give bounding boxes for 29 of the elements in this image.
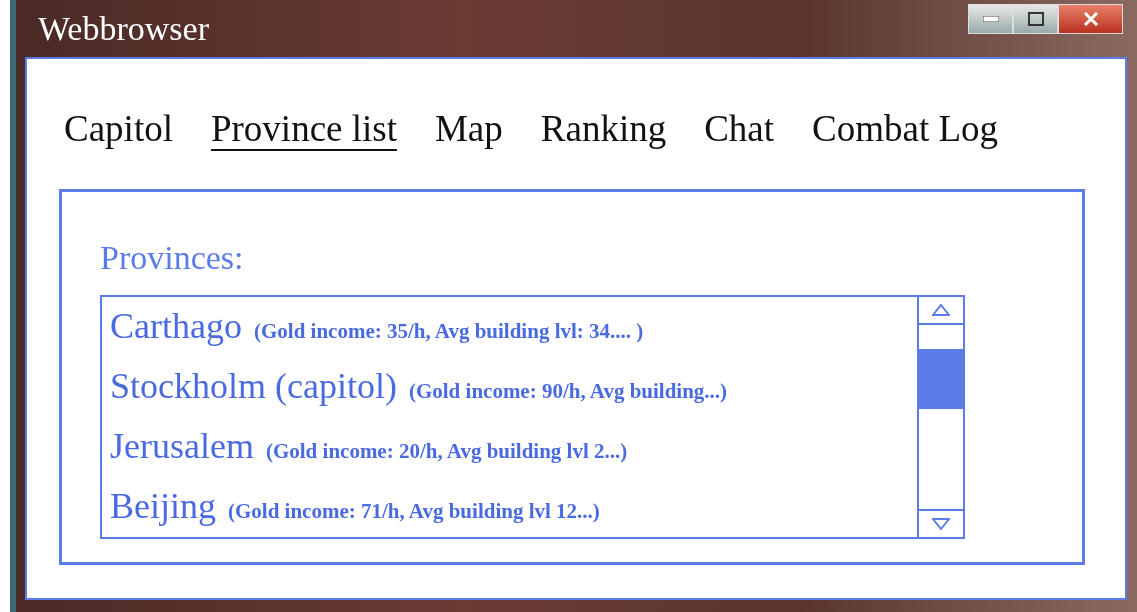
province-name: Carthago (110, 305, 242, 349)
nav-tab[interactable]: Capitol (45, 107, 192, 152)
province-details: (Gold income: 35/h, Avg building lvl: 34.... ) (253, 318, 644, 346)
nav-tab[interactable]: Province list (191, 107, 416, 152)
province-details: (Gold income: 20/h, Avg building lvl 2...) (265, 438, 628, 466)
province-name: Jerusalem (110, 425, 254, 469)
close-icon (1082, 12, 1099, 26)
province-details: (Gold income: 71/h, Avg building lvl 12...) (228, 498, 600, 526)
nav-tab[interactable]: Combat Log (793, 107, 1018, 152)
province-item[interactable]: Beijing (Gold income: 71/h, Avg building lvl 12...) (110, 479, 909, 540)
nav-tab[interactable]: Map (415, 107, 522, 152)
maximize-icon (1027, 12, 1044, 26)
nav-tab[interactable]: Chat (685, 107, 794, 152)
scroll-thumb[interactable] (919, 349, 963, 410)
province-item[interactable]: Stockholm (capitol) (Gold income: 90/h, Avg building...) (110, 359, 909, 420)
province-details: (Gold income: 90/h, Avg building...) (408, 378, 728, 406)
province-name: Beijing (110, 485, 216, 529)
province-item[interactable]: Carthago (Gold income: 35/h, Avg building lvl: 34.... ) (110, 299, 909, 360)
province-item[interactable]: Jerusalem (Gold income: 20/h, Avg building lvl 2...) (110, 419, 909, 480)
close-button[interactable] (1058, 4, 1123, 34)
province-name: Stockholm (capitol) (110, 365, 397, 409)
panel-heading: Provinces: (100, 238, 245, 279)
window-title: Webbrowser (38, 9, 209, 49)
nav-tab[interactable]: Ranking (521, 107, 686, 152)
minimize-icon (982, 16, 999, 22)
triangle-down-icon (932, 518, 950, 531)
maximize-button[interactable] (1013, 4, 1058, 34)
triangle-up-icon (932, 304, 950, 317)
scrollbar[interactable] (917, 297, 963, 538)
